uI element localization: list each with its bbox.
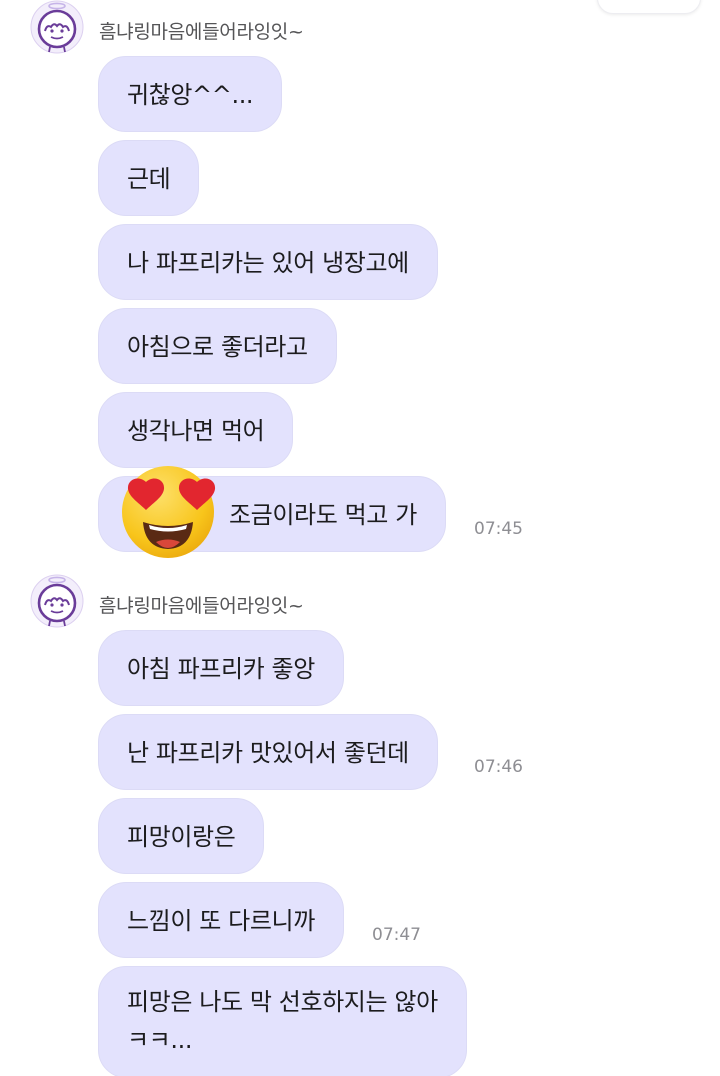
message-time: 07:46 xyxy=(474,757,523,777)
message-bubble[interactable]: 아침으로 좋더라고 xyxy=(98,308,337,384)
message-bubble[interactable]: 난 파프리카 맛있어서 좋던데 xyxy=(98,714,438,790)
search-button[interactable] xyxy=(597,0,701,14)
message-bubble[interactable]: 근데 xyxy=(98,140,200,216)
chat-screen: 흠냐링마음에들어라잉잇~ 귀찮앙^^... 근데 나 파프리카는 있어 냉장고에… xyxy=(0,0,720,1076)
message-bubble[interactable]: 귀찮앙^^... xyxy=(98,56,283,132)
sender-name: 흠냐링마음에들어라잉잇~ xyxy=(99,21,304,43)
message-line: ㅋㅋ... xyxy=(127,1026,193,1054)
heart-eyes-emoji-icon[interactable] xyxy=(113,460,229,560)
message-bubble[interactable]: 피망은 나도 막 선호하지는 않아 ㅋㅋ... xyxy=(98,966,467,1076)
avatar[interactable] xyxy=(30,574,84,628)
sender-name: 흠냐링마음에들어라잉잇~ xyxy=(99,595,304,617)
message-bubble[interactable]: 피망이랑은 xyxy=(98,798,265,874)
message-bubble[interactable]: 아침 파프리카 좋앙 xyxy=(98,630,344,706)
avatar-icon xyxy=(30,0,84,54)
message-line: 피망은 나도 막 선호하지는 않아 xyxy=(127,988,438,1016)
message-bubble[interactable]: 느낌이 또 다르니까 xyxy=(98,882,344,958)
message-time: 07:47 xyxy=(372,925,421,945)
message-bubble[interactable]: 나 파프리카는 있어 냉장고에 xyxy=(98,224,438,300)
message-bubble[interactable]: 생각나면 먹어 xyxy=(98,392,294,468)
avatar[interactable] xyxy=(30,0,84,54)
avatar-icon xyxy=(30,574,84,628)
message-time: 07:45 xyxy=(474,519,523,539)
